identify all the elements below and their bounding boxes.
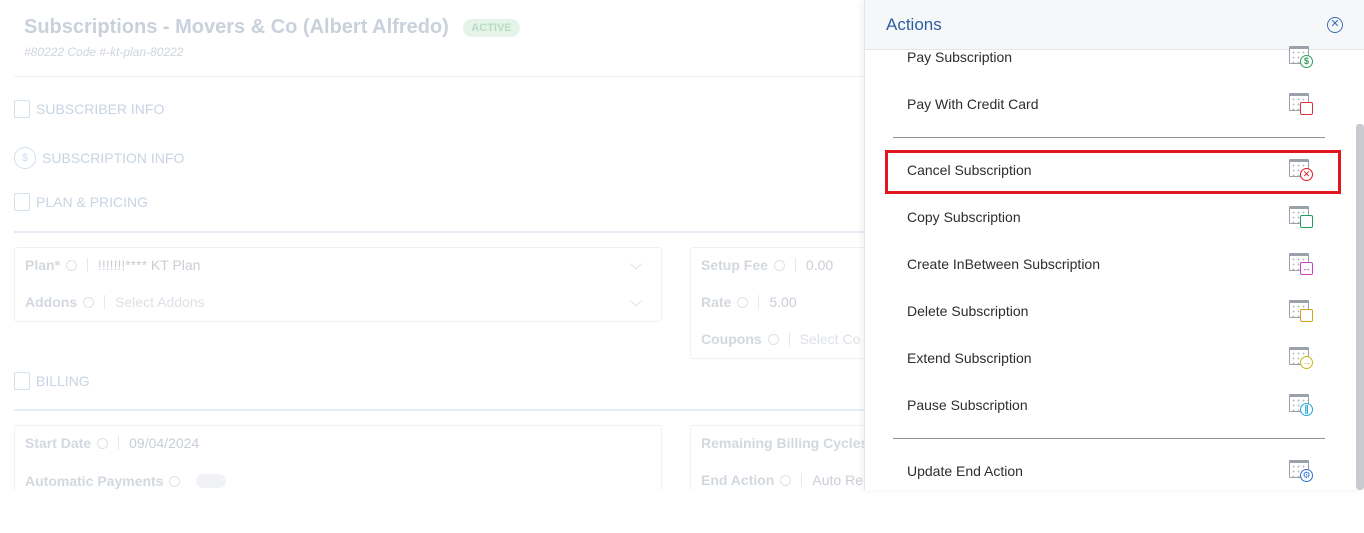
- info-icon: [780, 474, 792, 486]
- addons-field[interactable]: Addons Select Addons: [25, 294, 205, 310]
- field-separator: [104, 295, 106, 309]
- action-delete-subscription[interactable]: Delete Subscription: [893, 289, 1329, 333]
- info-icon: [767, 333, 779, 345]
- action-pause-subscription[interactable]: Pause Subscription ∥: [893, 383, 1329, 427]
- field-separator: [758, 295, 760, 309]
- start-date-field[interactable]: Start Date 09/04/2024: [25, 435, 199, 451]
- info-icon: [169, 475, 181, 487]
- end-action-field[interactable]: End Action Auto Re: [701, 472, 863, 488]
- setup-fee-value: 0.00: [805, 257, 834, 273]
- calendar-credit-card-icon: [1287, 90, 1315, 118]
- dollar-cycle-icon: $: [14, 147, 36, 169]
- action-label: Pay With Credit Card: [907, 96, 1039, 112]
- field-separator: [794, 258, 796, 272]
- actions-panel-title: Actions: [886, 15, 942, 34]
- plan-value: !!!!!!!**** KT Plan: [98, 257, 201, 273]
- end-action-value: Auto Re: [812, 472, 863, 488]
- section-divider: [14, 231, 864, 233]
- setup-fee-field[interactable]: Setup Fee 0.00: [701, 257, 833, 273]
- actions-panel: Actions ✕ Pay Subscription $ Pay With Cred…: [864, 0, 1364, 490]
- section-label: SUBSCRIPTION INFO: [42, 150, 185, 166]
- field-label: Rate: [701, 294, 732, 310]
- action-label: Delete Subscription: [907, 303, 1029, 319]
- action-pay-subscription[interactable]: Pay Subscription $: [893, 35, 1329, 79]
- calendar-copy-icon: [1287, 203, 1315, 231]
- calendar-arrow-icon: →: [1287, 344, 1315, 372]
- automatic-payments-field[interactable]: Automatic Payments: [25, 473, 227, 489]
- info-icon: [737, 296, 749, 308]
- actions-divider: [893, 137, 1325, 138]
- section-billing[interactable]: BILLING: [14, 372, 90, 390]
- info-icon: [66, 259, 78, 271]
- field-label: Setup Fee: [701, 257, 768, 273]
- calendar-dollar-icon: $: [1287, 43, 1315, 71]
- close-circle-icon[interactable]: ✕: [1327, 17, 1343, 33]
- field-separator: [788, 332, 790, 346]
- panel-scrollbar[interactable]: [1356, 124, 1364, 490]
- calendar-trash-icon: [1287, 297, 1315, 325]
- field-label: Automatic Payments: [25, 473, 164, 489]
- action-label: Copy Subscription: [907, 209, 1021, 225]
- action-update-end-action[interactable]: Update End Action ⚙: [893, 449, 1329, 490]
- actions-divider: [893, 438, 1325, 439]
- rate-field[interactable]: Rate 5.00: [701, 294, 797, 310]
- page-subtitle: #80222 Code #-kt-plan-80222: [24, 45, 184, 59]
- field-label: Remaining Billing Cycles: [701, 435, 864, 451]
- header-divider: [14, 76, 864, 77]
- start-date-value: 09/04/2024: [129, 435, 200, 451]
- field-label: Start Date: [25, 435, 92, 451]
- selected-action-highlight: [885, 150, 1341, 194]
- coupons-placeholder: Select Co: [799, 331, 861, 347]
- section-divider: [14, 409, 864, 411]
- field-separator: [118, 436, 120, 450]
- calendar-between-icon: ↔: [1287, 250, 1315, 278]
- page-header: Subscriptions - Movers & Co (Albert Alfr…: [24, 16, 520, 59]
- action-label: Pay Subscription: [907, 49, 1013, 65]
- field-label: Plan*: [25, 257, 61, 273]
- action-create-inbetween-subscription[interactable]: Create InBetween Subscription ↔: [893, 242, 1329, 286]
- calendar-pause-icon: ∥: [1287, 391, 1315, 419]
- calendar-gear-icon: ⚙: [1287, 457, 1315, 485]
- action-label: Update End Action: [907, 463, 1023, 479]
- field-separator: [87, 258, 89, 272]
- field-label: End Action: [701, 472, 775, 488]
- plan-field[interactable]: Plan* !!!!!!!**** KT Plan: [25, 257, 200, 273]
- status-badge: ACTIVE: [463, 18, 520, 37]
- field-label: Addons: [25, 294, 78, 310]
- document-icon: [14, 372, 30, 390]
- section-plan-pricing[interactable]: PLAN & PRICING: [14, 193, 148, 211]
- addons-placeholder: Select Addons: [115, 294, 205, 310]
- action-label: Create InBetween Subscription: [907, 256, 1100, 272]
- section-subscription-info[interactable]: $ SUBSCRIPTION INFO: [14, 147, 184, 169]
- action-copy-subscription[interactable]: Copy Subscription: [893, 195, 1329, 239]
- action-extend-subscription[interactable]: Extend Subscription →: [893, 336, 1329, 380]
- page-title: Subscriptions - Movers & Co (Albert Alfr…: [24, 16, 449, 38]
- section-subscriber-info[interactable]: SUBSCRIBER INFO: [14, 100, 164, 118]
- field-separator: [801, 473, 803, 487]
- building-icon: [14, 100, 30, 118]
- automatic-payments-toggle[interactable]: [196, 474, 227, 488]
- section-label: BILLING: [36, 373, 90, 389]
- rate-value: 5.00: [769, 294, 797, 310]
- subscription-page: Subscriptions - Movers & Co (Albert Alfr…: [0, 0, 864, 490]
- info-icon: [83, 296, 95, 308]
- info-icon: [97, 437, 109, 449]
- action-label: Pause Subscription: [907, 397, 1028, 413]
- list-icon: [14, 193, 30, 211]
- action-label: Extend Subscription: [907, 350, 1032, 366]
- section-label: PLAN & PRICING: [36, 194, 149, 210]
- field-label: Coupons: [701, 331, 762, 347]
- coupons-field[interactable]: Coupons Select Co: [701, 331, 860, 347]
- remaining-cycles-field[interactable]: Remaining Billing Cycles: [701, 435, 864, 451]
- info-icon: [773, 259, 785, 271]
- section-label: SUBSCRIBER INFO: [36, 101, 165, 117]
- action-pay-with-credit-card[interactable]: Pay With Credit Card: [893, 82, 1329, 126]
